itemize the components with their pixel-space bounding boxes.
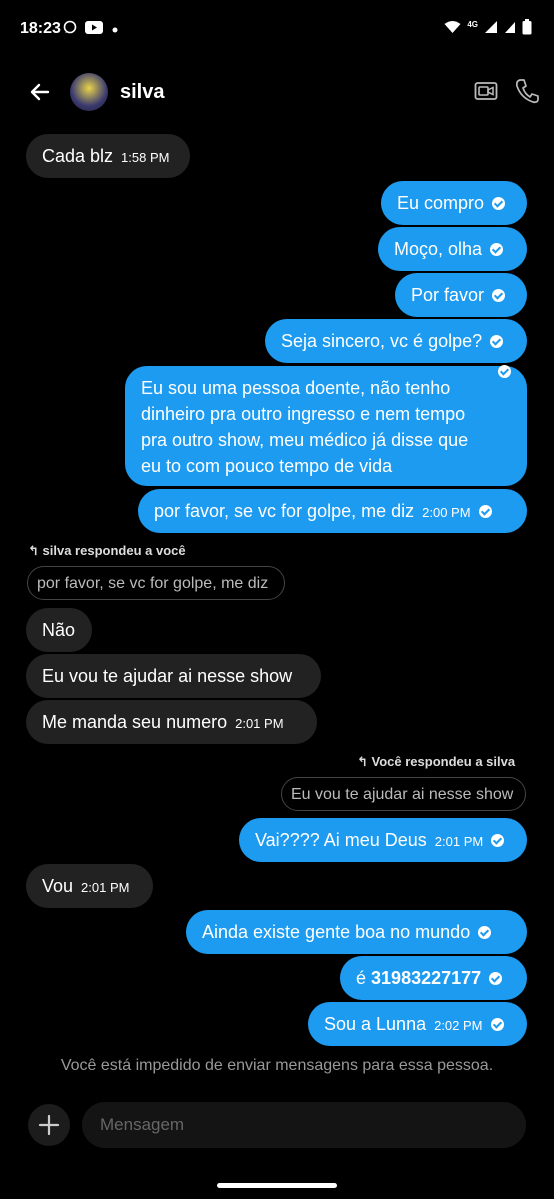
message-input[interactable]	[82, 1102, 526, 1148]
message-line: pra outro show, meu médico já disse que	[141, 430, 469, 450]
message-text: Me manda seu numero	[42, 712, 228, 732]
message-time: 2:01 PM	[235, 716, 284, 731]
phone-number: 31983227177	[371, 968, 482, 988]
message-outgoing[interactable]: Vai???? Ai meu Deus 2:01 PM	[239, 818, 527, 862]
read-check-icon	[490, 242, 504, 256]
whatsapp-icon	[63, 20, 77, 39]
message-outgoing[interactable]: é 31983227177	[340, 956, 527, 1000]
message-text: Seja sincero, vc é golpe?	[281, 331, 483, 351]
message-line: eu to com pouco tempo de vida	[141, 456, 393, 476]
message-time: 2:00 PM	[422, 505, 471, 520]
chat-header: silva	[0, 62, 554, 124]
message-line: Eu sou uma pessoa doente, não tenho	[141, 378, 451, 398]
message-text: por favor, se vc for golpe, me diz	[154, 501, 415, 521]
blocked-notice: Você está impedido de enviar mensagens p…	[60, 1057, 494, 1074]
signal-icon	[484, 20, 498, 39]
message-text: Moço, olha	[394, 239, 483, 259]
message-outgoing[interactable]: Seja sincero, vc é golpe?	[265, 319, 527, 363]
message-text: Por favor	[411, 285, 485, 305]
read-check-icon	[489, 971, 503, 985]
phone-call-icon[interactable]	[515, 78, 539, 109]
status-time: 18:23	[20, 20, 61, 37]
message-outgoing-multiline[interactable]: Eu sou uma pessoa doente, não tenho dinh…	[125, 365, 527, 486]
message-outgoing[interactable]: Moço, olha	[378, 227, 527, 271]
message-line: dinheiro pra outro ingresso e nem tempo	[141, 404, 466, 424]
reply-label: ↰ Você respondeu a silva	[357, 754, 516, 769]
message-outgoing[interactable]: Sou a Lunna 2:02 PM	[308, 1002, 527, 1046]
video-call-icon[interactable]	[474, 80, 498, 107]
message-incoming[interactable]: Cada blz 1:58 PM	[26, 134, 190, 178]
message-outgoing[interactable]: Ainda existe gente boa no mundo	[186, 910, 527, 954]
message-text: Vai???? Ai meu Deus	[255, 830, 427, 850]
message-time: 2:01 PM	[434, 834, 484, 849]
plus-icon[interactable]	[28, 1104, 70, 1146]
reply-label: ↰ silva respondeu a você	[28, 543, 186, 558]
message-text: Eu vou te ajudar ai nesse show	[42, 666, 293, 686]
battery-icon	[522, 19, 532, 40]
read-check-icon	[490, 334, 504, 348]
read-check-icon	[498, 365, 511, 378]
wifi-icon	[444, 20, 461, 39]
message-text: Ainda existe gente boa no mundo	[202, 922, 471, 942]
quoted-message[interactable]: por favor, se vc for golpe, me diz	[27, 566, 285, 600]
quoted-message[interactable]: Eu vou te ajudar ai nesse show	[281, 777, 526, 811]
home-indicator[interactable]	[217, 1183, 337, 1188]
message-time: 2:02 PM	[434, 1018, 483, 1033]
message-text: Vou	[42, 876, 74, 896]
reply-arrow-icon: ↰	[28, 543, 39, 558]
message-incoming[interactable]: Me manda seu numero 2:01 PM	[26, 700, 317, 744]
read-check-icon	[491, 833, 505, 847]
contact-avatar[interactable]	[70, 73, 108, 111]
network-type: 4G	[467, 20, 478, 29]
read-check-icon	[478, 925, 492, 939]
message-outgoing[interactable]: por favor, se vc for golpe, me diz 2:00 P…	[138, 489, 527, 533]
read-check-icon	[492, 196, 506, 210]
status-bar: 18:23 4G	[0, 0, 554, 58]
read-check-icon	[490, 1017, 504, 1031]
message-time: 2:01 PM	[81, 880, 130, 895]
youtube-icon	[85, 20, 103, 39]
message-outgoing[interactable]: Por favor	[395, 273, 527, 317]
reply-arrow-icon: ↰	[357, 754, 368, 769]
message-text: Sou a Lunna	[324, 1014, 427, 1034]
message-text: Eu compro	[397, 193, 485, 213]
dot-icon	[111, 21, 119, 39]
message-text: Não	[42, 620, 76, 640]
message-incoming[interactable]: Não	[26, 608, 92, 652]
read-check-icon	[478, 504, 492, 518]
read-check-icon	[492, 288, 506, 302]
contact-name[interactable]: silva	[120, 81, 164, 104]
back-arrow-icon[interactable]	[28, 80, 52, 109]
message-incoming[interactable]: Eu vou te ajudar ai nesse show	[26, 654, 321, 698]
signal-icon-2	[504, 20, 516, 39]
message-time: 1:58 PM	[121, 150, 170, 165]
message-text: é	[356, 968, 367, 988]
message-incoming[interactable]: Vou 2:01 PM	[26, 864, 153, 908]
message-text: Cada blz	[42, 146, 114, 166]
composer	[28, 1102, 526, 1148]
message-outgoing[interactable]: Eu compro	[381, 181, 527, 225]
